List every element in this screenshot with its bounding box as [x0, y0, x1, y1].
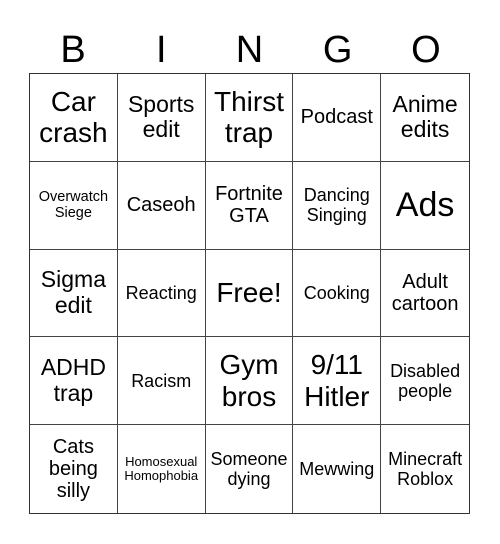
free-space-cell[interactable]: Free!: [205, 249, 294, 338]
bingo-cell[interactable]: Gym bros: [205, 337, 294, 426]
bingo-cell[interactable]: Sigma edit: [30, 249, 118, 338]
bingo-cell[interactable]: Caseoh: [117, 161, 206, 250]
bingo-cell[interactable]: Mewwing: [293, 425, 382, 513]
bingo-grid: Car crash Sports edit Thirst trap Podcas…: [29, 73, 470, 514]
bingo-cell[interactable]: Cooking: [293, 249, 382, 338]
bingo-cell[interactable]: Fortnite GTA: [205, 161, 294, 250]
bingo-cell[interactable]: ADHD trap: [30, 337, 118, 426]
header-letter-b: B: [60, 29, 86, 71]
bingo-cell[interactable]: Minecraft Roblox: [381, 425, 469, 513]
bingo-cell[interactable]: Ads: [381, 162, 469, 250]
bingo-header: B I N G O: [29, 30, 470, 70]
bingo-cell[interactable]: Thirst trap: [205, 74, 294, 162]
bingo-cell[interactable]: Racism: [117, 337, 206, 426]
bingo-cell[interactable]: 9/11 Hitler: [293, 337, 382, 426]
header-letter-g: G: [322, 29, 353, 71]
bingo-cell[interactable]: Cats being silly: [30, 425, 118, 513]
bingo-cell[interactable]: Anime edits: [381, 74, 469, 162]
header-letter-i: I: [156, 29, 167, 71]
bingo-cell[interactable]: Someone dying: [206, 425, 294, 513]
bingo-cell[interactable]: Homosexual Homophobia: [118, 425, 206, 513]
header-letter-n: N: [235, 29, 264, 71]
bingo-cell[interactable]: Overwatch Siege: [30, 161, 118, 250]
bingo-cell[interactable]: Reacting: [117, 249, 206, 338]
bingo-cell[interactable]: Sports edit: [117, 74, 206, 162]
bingo-cell[interactable]: Podcast: [293, 74, 382, 162]
bingo-cell[interactable]: Dancing Singing: [293, 161, 382, 250]
header-letter-o: O: [411, 29, 441, 71]
bingo-cell[interactable]: Disabled people: [381, 337, 469, 426]
bingo-cell[interactable]: Adult cartoon: [381, 250, 469, 338]
bingo-cell[interactable]: Car crash: [30, 74, 118, 162]
